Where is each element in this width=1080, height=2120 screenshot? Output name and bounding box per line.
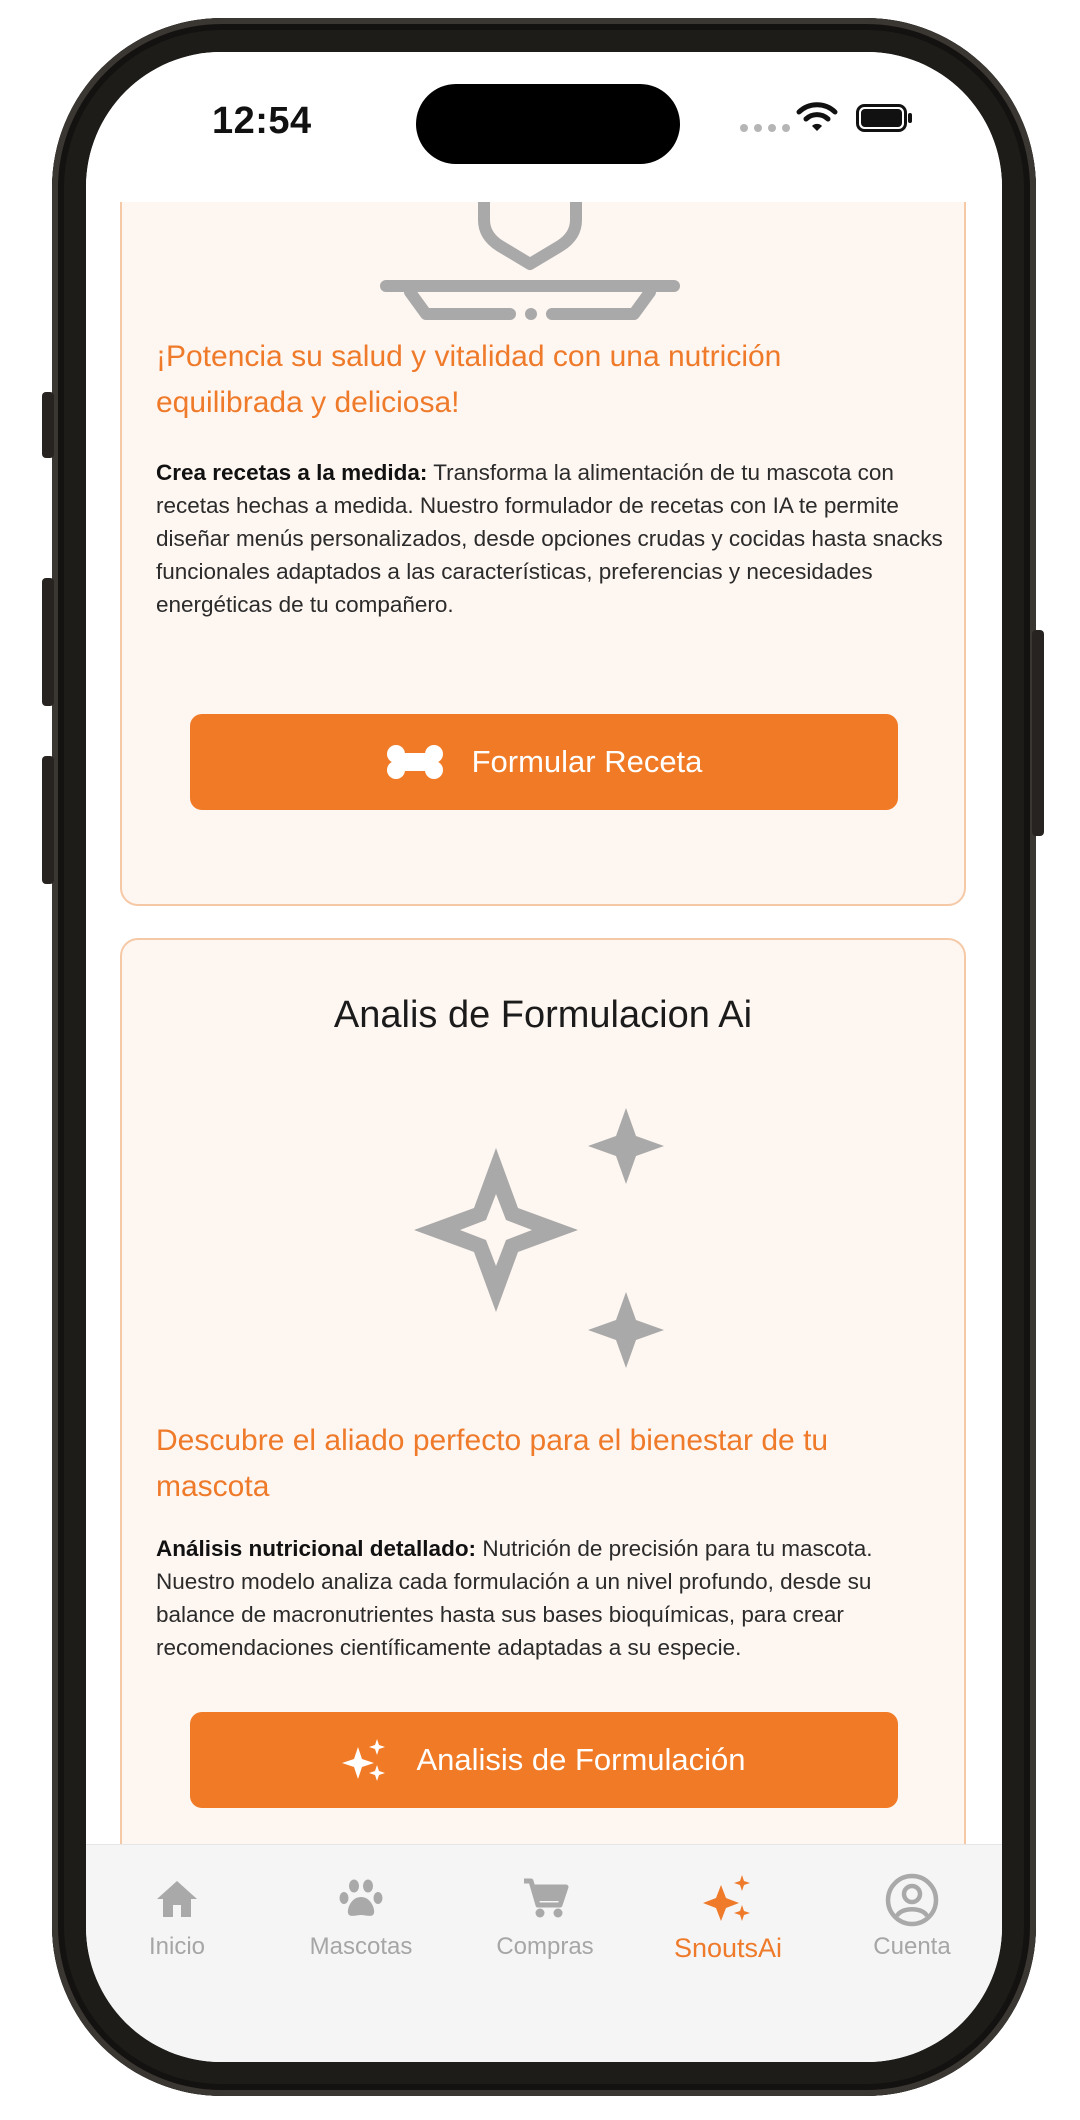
analysis-headline: Descubre el aliado perfecto para el bien… <box>156 1424 829 1503</box>
volume-up-button <box>42 578 54 706</box>
recipe-card: ¡Potencia su salud y vitalidad con una n… <box>120 202 966 906</box>
tab-mascotas-label: Mascotas <box>309 1933 413 1960</box>
tab-cuenta-label: Cuenta <box>873 1933 951 1960</box>
dynamic-island <box>416 84 680 164</box>
formular-receta-label: Formular Receta <box>471 744 703 779</box>
tab-compras-label: Compras <box>496 1933 594 1960</box>
battery-icon <box>856 104 912 132</box>
sparkles-icon <box>342 1739 386 1781</box>
wifi-icon <box>796 102 838 131</box>
cellular-signal-icon <box>740 124 790 132</box>
scroll-content[interactable]: ¡Potencia su salud y vitalidad con una n… <box>86 202 1002 1882</box>
tab-snoutsai-label: SnoutsAi <box>673 1933 783 1963</box>
analysis-description: Análisis nutricional detallado: Nutrició… <box>156 1532 946 1664</box>
app-screen: 12:54 ¡Potencia su salud y vitalidad con… <box>86 52 1002 2062</box>
analysis-description-bold: Análisis nutricional detallado: <box>156 1536 477 1561</box>
paw-icon <box>339 1879 383 1916</box>
recipe-description-bold: Crea recetas a la medida: <box>156 460 428 485</box>
analysis-card-title: Analis de Formulacion Ai <box>333 994 753 1036</box>
tab-cuenta[interactable]: Cuenta <box>837 1871 987 1961</box>
status-time: 12:54 <box>212 100 312 142</box>
account-icon <box>885 1873 939 1927</box>
mute-switch <box>42 392 54 458</box>
tab-mascotas[interactable]: Mascotas <box>286 1871 436 1961</box>
formular-receta-button[interactable]: Formular Receta <box>190 714 898 810</box>
power-button <box>1032 630 1044 836</box>
bone-icon <box>386 745 443 779</box>
cart-icon <box>524 1878 569 1918</box>
home-icon <box>157 1881 197 1917</box>
analisis-formulacion-label: Analisis de Formulación <box>416 1742 746 1777</box>
tab-bar: Inicio Mascotas Compras SnoutsAi Cuenta <box>86 1844 1002 2062</box>
volume-down-button <box>42 756 54 884</box>
tab-inicio[interactable]: Inicio <box>102 1871 252 1961</box>
analysis-card: Analis de Formulacion Ai Descubre el ali… <box>120 938 966 1882</box>
food-bowl-icon <box>380 202 680 320</box>
status-bar: 12:54 <box>86 52 1002 202</box>
tab-inicio-label: Inicio <box>148 1933 206 1960</box>
tab-snoutsai[interactable]: SnoutsAi <box>653 1871 803 1964</box>
recipe-description: Crea recetas a la medida: Transforma la … <box>156 456 946 621</box>
tab-compras[interactable]: Compras <box>470 1871 620 1961</box>
sparkles-icon <box>703 1875 750 1921</box>
recipe-headline: ¡Potencia su salud y vitalidad con una n… <box>156 340 782 419</box>
sparkles-illustration-icon <box>414 1108 664 1368</box>
analisis-formulacion-button[interactable]: Analisis de Formulación <box>190 1712 898 1808</box>
